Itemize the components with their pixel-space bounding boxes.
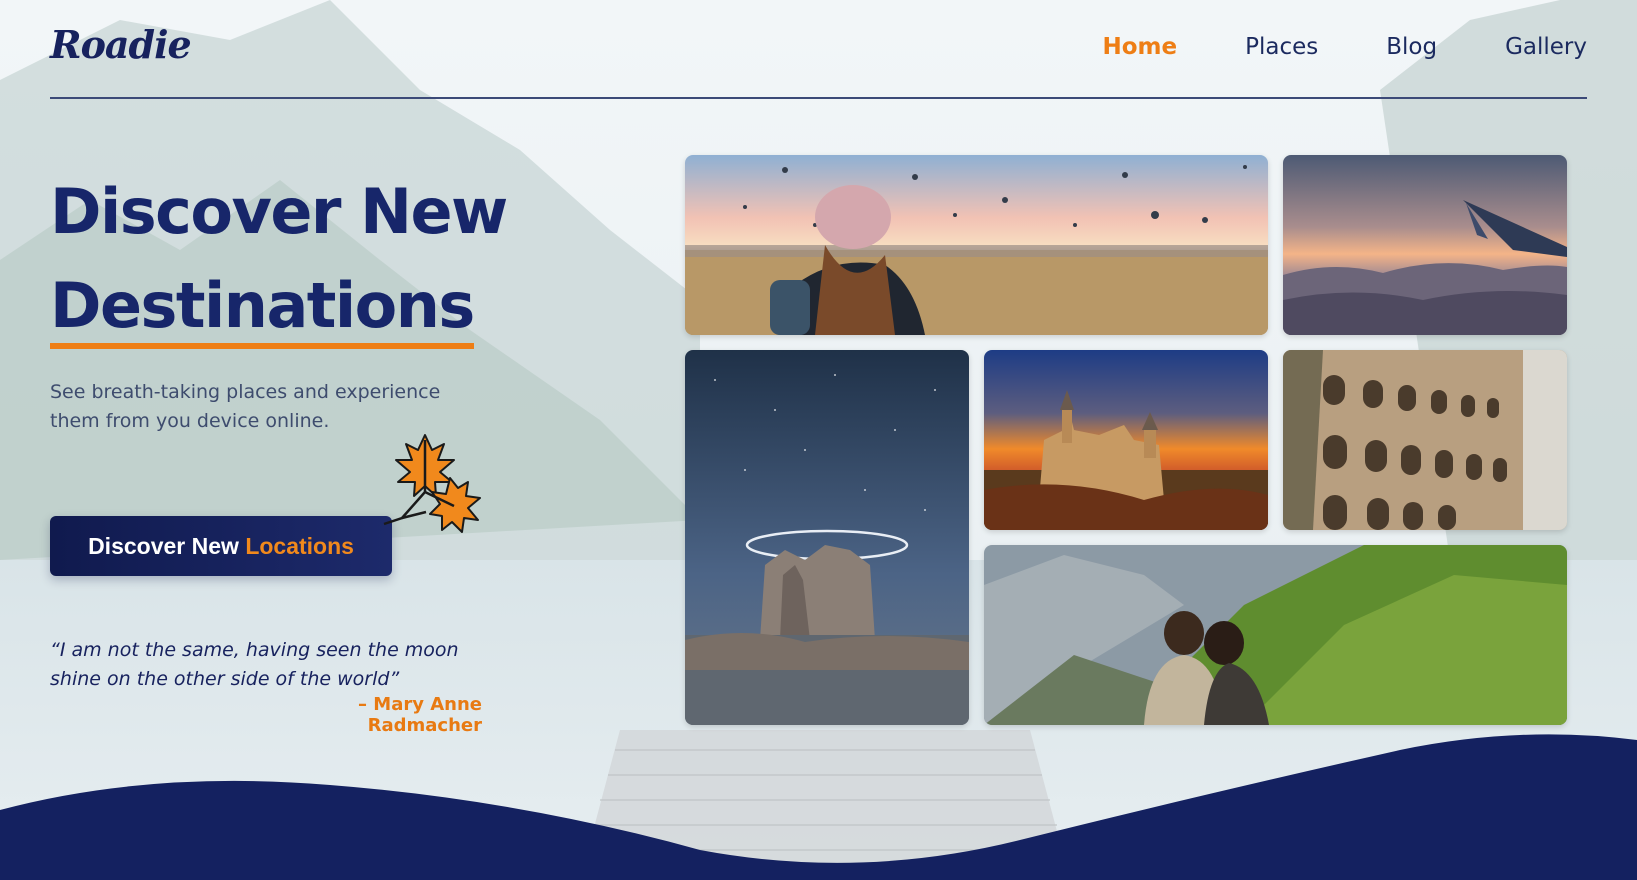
gallery-photo-airplane-wing[interactable] (1283, 155, 1567, 335)
hero-title-line2: Destinations (50, 269, 475, 349)
balloons-photo-image (685, 155, 1268, 335)
mountain-couple-photo-image (984, 545, 1567, 725)
cta-label-accent: Locations (245, 532, 354, 559)
main-nav: Home Places Blog Gallery (1102, 34, 1587, 60)
gallery-photo-colosseum[interactable] (1283, 350, 1567, 530)
gallery-photo-mountain-couple[interactable] (984, 545, 1567, 725)
gallery-photo-castle[interactable] (984, 350, 1268, 530)
hero-subtitle: See breath-taking places and experience … (50, 381, 441, 432)
header-divider (50, 97, 1587, 99)
nav-item-home[interactable]: Home (1102, 34, 1177, 60)
hero-title: Discover New Destinations (50, 165, 508, 353)
gallery-photo-balloons[interactable] (685, 155, 1268, 335)
brand-logo[interactable]: Roadie (50, 22, 192, 67)
nav-item-places[interactable]: Places (1245, 34, 1318, 60)
cta-label-main: Discover New (88, 532, 246, 559)
hero-title-line1: Discover New (50, 175, 508, 248)
travel-quote: “I am not the same, having seen the moon… (50, 639, 459, 690)
autumn-leaf-illustration (383, 434, 481, 533)
airplane-wing-photo-image (1283, 155, 1567, 335)
castle-photo-image (984, 350, 1268, 530)
footer-wave (0, 734, 1637, 880)
discover-locations-button[interactable]: Discover New Locations (50, 516, 392, 576)
nav-item-blog[interactable]: Blog (1386, 34, 1437, 60)
colosseum-photo-image (1283, 350, 1567, 530)
nav-item-gallery[interactable]: Gallery (1505, 34, 1587, 60)
rock-formation-photo-image (685, 350, 969, 725)
gallery-photo-rock-formation[interactable] (685, 350, 969, 725)
